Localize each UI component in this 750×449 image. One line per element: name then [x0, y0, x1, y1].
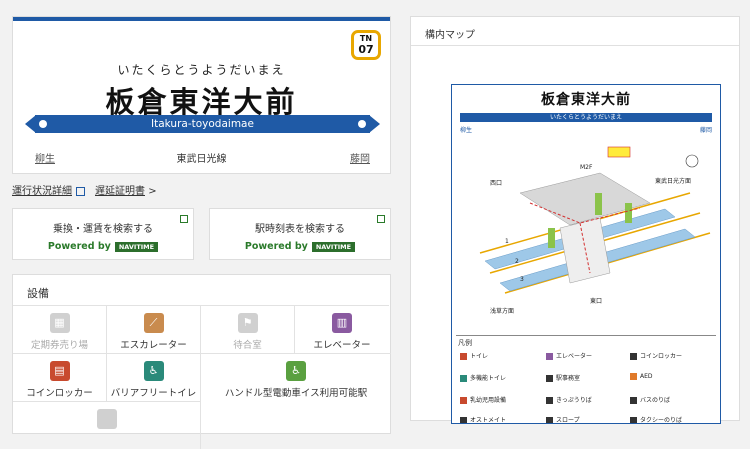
facility-icon — [96, 409, 117, 429]
map-station-name: 板倉東洋大前 — [541, 92, 631, 108]
service-links: 運行状況詳細 遅延証明書 > — [12, 182, 157, 197]
baby-room-icon — [460, 397, 467, 404]
coin-locker-icon: ▤ — [49, 361, 70, 381]
line-color-strip — [13, 17, 390, 21]
legend-item: タクシーのりば — [630, 415, 682, 423]
facilities-title: 設備 — [27, 287, 49, 300]
station-number-badge: TN 07 — [351, 30, 381, 60]
timetable-search-title[interactable]: 駅時刻表を検索する — [210, 220, 390, 235]
svg-text:1: 1 — [505, 238, 509, 245]
svg-text:2: 2 — [515, 258, 519, 265]
navitime-logo: NAVITIME — [114, 241, 159, 252]
svg-text:東武日光方面: 東武日光方面 — [655, 177, 691, 185]
legend-item: 乳幼児用設備 — [460, 395, 506, 404]
wheelchair-icon: ♿ — [286, 361, 306, 381]
legend-divider — [456, 335, 716, 336]
bus-icon — [630, 397, 637, 404]
legend-title: 凡例 — [458, 339, 472, 347]
arrow-right-icon — [369, 115, 380, 133]
legend-item: オストメイト — [460, 415, 506, 423]
operation-status-link[interactable]: 運行状況詳細 — [12, 186, 72, 197]
office-icon — [546, 375, 553, 382]
dot-icon — [39, 120, 47, 128]
station-map-image[interactable]: 板倉東洋大前 いたくらとうようだいまえ 柳生 藤岡 西口 M2F 1 2 3 東… — [451, 84, 721, 424]
ticket-icon — [546, 397, 553, 404]
timetable-search-box[interactable]: 駅時刻表を検索する Powered by NAVITIME — [209, 208, 391, 260]
svg-text:浅草方面: 浅草方面 — [490, 307, 514, 315]
coin-locker-icon — [630, 353, 637, 360]
accessible-toilet-icon: ♿ — [143, 361, 164, 381]
divider — [411, 45, 739, 46]
facility-accessible-toilet[interactable]: ♿ バリアフリートイレ — [107, 353, 201, 401]
station-romaji: Itakura-toyodaimae — [35, 115, 370, 133]
waiting-room-icon: ⚑ — [237, 313, 258, 333]
legend-item: きっぷうりば — [546, 395, 592, 404]
station-map-panel: 構内マップ 板倉東洋大前 いたくらとうようだいまえ 柳生 藤岡 西口 M2F 1… — [410, 16, 740, 424]
legend-item: バスのりば — [630, 395, 670, 404]
facility-waiting-room[interactable]: ⚑ 待合室 — [201, 305, 295, 353]
legend-item: 多機能トイレ — [460, 373, 506, 382]
facility-more — [13, 401, 201, 449]
legend-item: コインロッカー — [630, 351, 682, 360]
legend-item: スロープ — [546, 415, 580, 423]
facility-coin-locker[interactable]: ▤ コインロッカー — [13, 353, 107, 401]
powered-by: Powered by NAVITIME — [210, 241, 390, 252]
legend-item: 駅事務室 — [546, 373, 580, 382]
elevator-icon: ▥ — [332, 313, 352, 333]
transfer-search-box[interactable]: 乗換・運賃を検索する Powered by NAVITIME — [12, 208, 194, 260]
map-header: 構内マップ — [425, 30, 475, 41]
station-floor-diagram: 西口 M2F 改札口 1 2 3 東口 東武日光方面 浅草方面 — [479, 146, 711, 315]
facilities-panel: 設備 ▦ 定期券売り場 ⟋ エスカレーター ⚑ 待合室 ▥ エレベーター ▤ コ… — [12, 274, 391, 449]
line-name: 東武日光線 — [176, 154, 227, 165]
elevator-icon — [546, 353, 553, 360]
facility-electric-wheelchair[interactable]: ♿ ハンドル型電動車イス利用可能駅 — [201, 353, 391, 401]
legend-item: AED — [630, 373, 653, 380]
powered-by: Powered by NAVITIME — [13, 241, 193, 252]
station-number: 07 — [358, 43, 374, 56]
svg-text:西口: 西口 — [490, 180, 502, 187]
next-station-link[interactable]: 藤岡 — [350, 150, 370, 165]
station-sign-card: いたくらとうようだいまえ 板倉東洋大前 TN 07 Itakura-toyoda… — [12, 16, 391, 174]
navitime-logo: NAVITIME — [311, 241, 356, 252]
facility-escalator[interactable]: ⟋ エスカレーター — [107, 305, 201, 353]
facility-elevator[interactable]: ▥ エレベーター — [295, 305, 389, 353]
escalator-icon: ⟋ — [143, 313, 164, 333]
delay-certificate-link[interactable]: 遅延証明書 — [95, 186, 145, 197]
map-kana-bar: いたくらとうようだいまえ — [460, 113, 712, 122]
chevron-right-icon: > — [148, 186, 157, 197]
legend-item: トイレ — [460, 351, 488, 360]
accessible-toilet-icon — [460, 375, 467, 382]
svg-text:M2F: M2F — [580, 164, 593, 171]
svg-text:3: 3 — [520, 276, 524, 283]
external-link-icon — [76, 186, 85, 196]
external-link-icon — [377, 215, 385, 223]
station-name-kana: いたくらとうようだいまえ — [117, 63, 286, 77]
facility-ticket-office[interactable]: ▦ 定期券売り場 — [13, 305, 107, 353]
dot-icon — [358, 120, 366, 128]
line-direction-bar: Itakura-toyodaimae — [25, 115, 380, 133]
toilet-icon — [460, 353, 467, 360]
transfer-search-title[interactable]: 乗換・運賃を検索する — [13, 220, 193, 235]
legend-item: エレベーター — [546, 351, 592, 360]
aed-icon — [630, 373, 637, 380]
ticket-icon: ▦ — [49, 313, 70, 333]
svg-text:東口: 東口 — [590, 297, 602, 305]
external-link-icon — [180, 215, 188, 223]
